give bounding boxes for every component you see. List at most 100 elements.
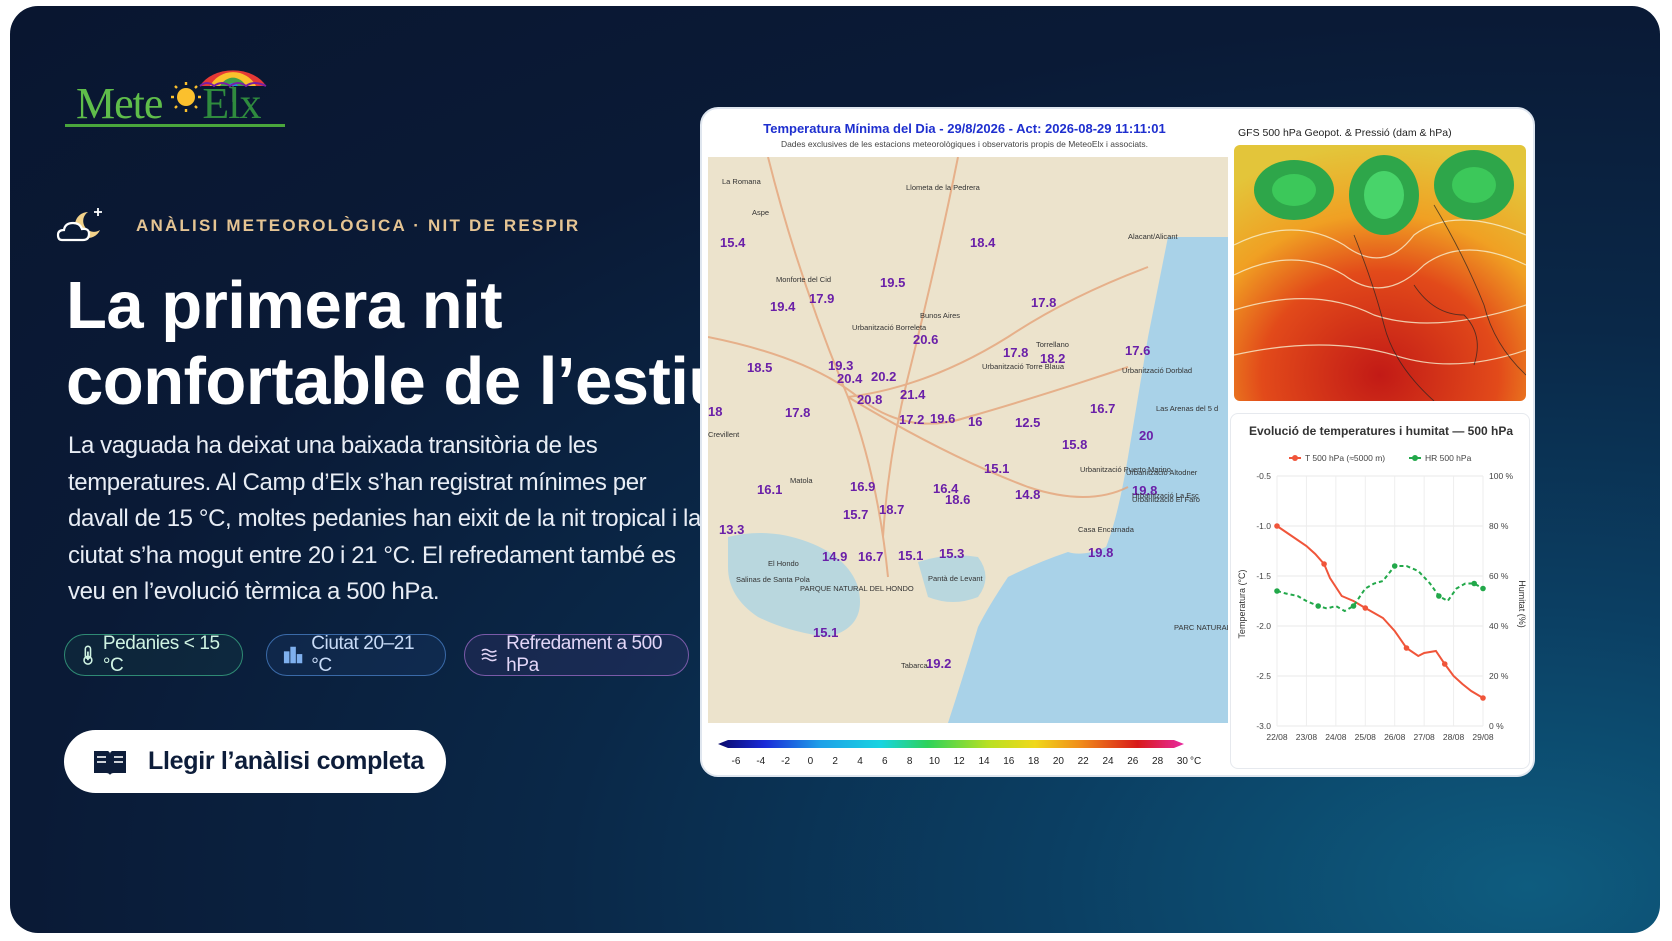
temperature-reading: 20.6: [913, 332, 938, 347]
x-tick-label: 22/08: [1266, 732, 1288, 742]
x-tick-label: 24/08: [1325, 732, 1347, 742]
place-label: Urbanització Torre Blaua: [982, 362, 1065, 371]
scale-tick-label: -6: [732, 756, 741, 767]
scale-tick-label: 12: [954, 756, 966, 767]
temperature-reading: 21.4: [900, 387, 926, 402]
chip-pedanies[interactable]: Pedanies < 15 °C: [64, 633, 243, 676]
temperature-reading: 17.2: [899, 412, 924, 427]
chip-refredament[interactable]: Refredament a 500 hPa: [464, 633, 689, 676]
place-label: El Hondo: [768, 559, 799, 568]
temperature-reading: 16.7: [1090, 401, 1115, 416]
title-line-1: La primera nit: [66, 268, 503, 343]
y-tick-right: 0 %: [1489, 721, 1504, 731]
temperature-reading: 15.1: [898, 548, 923, 563]
place-label: Matola: [790, 476, 813, 485]
temperature-reading: 19.6: [930, 411, 955, 426]
scale-tick-label: 26: [1127, 756, 1139, 767]
place-label: PARQUE NATURAL DEL HONDO: [800, 584, 914, 593]
temperature-reading: 14.8: [1015, 487, 1040, 502]
x-tick-label: 26/08: [1384, 732, 1406, 742]
book-icon: [94, 750, 126, 775]
y-tick-left: -0.5: [1256, 471, 1271, 481]
place-label: Casa Encarnada: [1078, 525, 1135, 534]
scale-tick-label: 0: [808, 756, 814, 767]
temperature-reading: 12.5: [1015, 415, 1040, 430]
temperature-reading: 15.1: [984, 461, 1009, 476]
chip-label: Refredament a 500 hPa: [506, 633, 663, 676]
y-tick-left: -3.0: [1256, 721, 1271, 731]
temperature-reading: 18: [708, 404, 722, 419]
temperature-reading: 20: [1139, 428, 1153, 443]
temperature-reading: 19.2: [926, 656, 951, 671]
temperature-reading: 16.1: [757, 482, 782, 497]
y-tick-left: -1.5: [1256, 571, 1271, 581]
read-analysis-button[interactable]: Llegir l’anàlisi completa: [64, 730, 446, 793]
logo-wordmark: Mete Elx: [76, 79, 262, 128]
temperature-reading: 18.4: [970, 235, 996, 250]
data-point: [1441, 661, 1448, 667]
logo-underline: [65, 124, 285, 127]
place-label: Llometa de la Pedrera: [906, 183, 981, 192]
thermometer-icon: [83, 645, 93, 665]
color-scale-bar: -6 -4 -2 0 2 4 6 8 10 12 14 16 18 20 22 24 26 28 30 °C: [718, 740, 1201, 767]
y-tick-right: 80 %: [1489, 521, 1509, 531]
chip-label: Pedanies < 15 °C: [102, 633, 220, 676]
color-scale-legend: -6 -4 -2 0 2 4 6 8 10 12 14 16 18 20 22 24 26 28 30 °C: [712, 724, 1217, 770]
moon-cloud-icon: [56, 208, 102, 242]
temperature-reading: 20.4: [837, 371, 863, 386]
temperature-reading: 15.4: [720, 235, 746, 250]
kicker: ANÀLISI METEOROLÒGICA · NIT DE RESPIR: [56, 204, 580, 248]
temperature-map[interactable]: 15.4 18.419.519.417.9 17.820.617.618.5 19.3…: [708, 157, 1228, 723]
temperature-reading: 15.1: [813, 625, 838, 640]
legend-label: HR 500 hPa: [1425, 453, 1472, 463]
temperature-reading: 18.7: [879, 502, 904, 517]
temperature-reading: 18.5: [747, 360, 772, 375]
meteoelx-logo[interactable]: Mete Elx: [60, 54, 300, 132]
legend-label: T 500 hPa (≈5000 m): [1305, 453, 1385, 463]
y-tick-right: 100 %: [1489, 471, 1514, 481]
data-point: [1321, 561, 1327, 567]
place-label: Bunos Aires: [920, 311, 960, 320]
data-point: [1274, 588, 1280, 594]
scale-tick-label: 18: [1028, 756, 1040, 767]
scale-tick-label: 2: [832, 756, 838, 767]
scale-tick-label: -4: [756, 756, 765, 767]
y-tick-right: 20 %: [1489, 671, 1509, 681]
place-label: Urbanització La Esc: [1132, 491, 1199, 500]
gfs-500hpa-map[interactable]: [1234, 145, 1526, 401]
data-point: [1362, 605, 1369, 611]
y-tick-left: -1.0: [1256, 521, 1271, 531]
y-tick-right: 40 %: [1489, 621, 1509, 631]
temperature-reading: 20.8: [857, 392, 882, 407]
chip-label: Ciutat 20–21 °C: [311, 633, 415, 676]
x-tick-label: 23/08: [1296, 732, 1318, 742]
x-tick-label: 28/08: [1443, 732, 1465, 742]
x-tick-label: 25/08: [1355, 732, 1377, 742]
place-label: Urbanització Dorblad: [1122, 366, 1192, 375]
scale-tick-label: 30: [1177, 756, 1189, 767]
place-label: PARC NATURAL DE LES SALINES DE SANTA POL…: [1174, 623, 1228, 632]
data-point: [1350, 603, 1357, 609]
data-point: [1315, 603, 1321, 609]
place-label: Tabarca: [901, 661, 929, 670]
temperature-reading: 18.6: [945, 492, 970, 507]
temperature-reading: 19.5: [880, 275, 905, 290]
data-point: [1274, 523, 1280, 529]
scale-tick-label: 20: [1053, 756, 1065, 767]
chip-ciutat[interactable]: Ciutat 20–21 °C: [266, 633, 446, 676]
temperature-reading: 14.9: [822, 549, 847, 564]
place-label: Monforte del Cid: [776, 275, 831, 284]
data-point: [1480, 695, 1486, 701]
evolution-chart[interactable]: T 500 hPa (≈5000 m) HR 500 hPa -0.5 -1.0 -1…: [1231, 414, 1531, 770]
temperature-reading: 17.6: [1125, 343, 1150, 358]
place-label: Urbanització Altodner: [1126, 468, 1198, 477]
scale-tick-label: 6: [882, 756, 888, 767]
city-icon: [283, 646, 303, 664]
place-label: Aspe: [752, 208, 769, 217]
scale-tick-label: 16: [1003, 756, 1015, 767]
temperature-reading: 17.8: [1031, 295, 1056, 310]
data-point: [1471, 580, 1477, 587]
series-line: [1276, 565, 1484, 613]
legend-marker: [1412, 455, 1418, 461]
temperature-reading: 17.9: [809, 291, 834, 306]
